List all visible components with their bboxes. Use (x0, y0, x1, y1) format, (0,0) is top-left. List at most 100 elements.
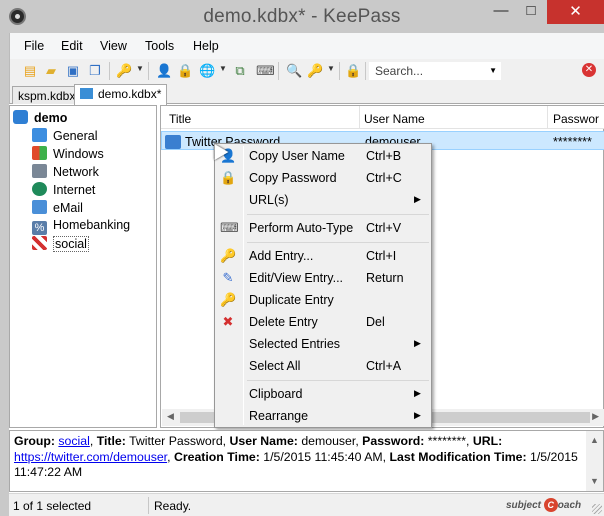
scroll-left-icon[interactable]: ◀ (167, 411, 174, 422)
details-title-label: Title: (96, 434, 126, 448)
menu-item-selected-entries[interactable]: Selected Entries ▶ (215, 333, 431, 355)
chevron-down-icon[interactable]: ▼ (489, 66, 497, 75)
tree-item-network[interactable]: Network (32, 164, 99, 181)
menu-item-label: Copy User Name (249, 149, 345, 163)
details-title-value: Twitter Password, (129, 434, 227, 448)
auto-type-icon[interactable]: ⌨ (256, 63, 275, 79)
menu-item-shortcut: Ctrl+B (366, 149, 402, 163)
windows-icon (32, 146, 47, 160)
column-header-title[interactable]: Title (169, 112, 191, 126)
menu-item-clipboard[interactable]: Clipboard ▶ (215, 383, 431, 405)
column-divider[interactable] (359, 106, 360, 129)
chevron-down-icon[interactable]: ▼ (136, 64, 144, 73)
menu-item-edit-entry[interactable]: ✎ Edit/View Entry... Return (215, 267, 431, 289)
menu-item-shortcut: Ctrl+C (366, 171, 402, 185)
status-bar: 1 of 1 selected Ready. subject Coach (9, 493, 604, 516)
submenu-arrow-icon: ▶ (414, 338, 421, 348)
quick-search[interactable]: ▼ (368, 61, 502, 81)
column-header-password[interactable]: Passwor (553, 112, 599, 126)
menu-item-label: Add Entry... (249, 249, 314, 263)
list-header: Title User Name Passwor (161, 106, 604, 129)
minimize-button[interactable]: — (486, 0, 516, 24)
key-icon: 🔒 (220, 170, 237, 185)
clear-search-icon[interactable]: ✕ (582, 63, 596, 77)
submenu-arrow-icon: ▶ (414, 410, 421, 420)
close-button[interactable]: ✕ (547, 0, 604, 24)
tree-item-label: eMail (53, 201, 83, 215)
tree-item-general[interactable]: General (32, 128, 97, 145)
watermark-c: C (543, 498, 558, 512)
entry-icon (165, 135, 181, 149)
find-icon[interactable]: 🔍 (286, 63, 302, 79)
menu-tools[interactable]: Tools (145, 39, 174, 53)
tree-item-internet[interactable]: Internet (32, 182, 95, 199)
search-input[interactable] (369, 62, 479, 80)
menu-item-label: Selected Entries (249, 337, 341, 351)
title-bar[interactable]: demo.kdbx* - KeePass — □ ✕ (0, 0, 604, 33)
tree-item-homebanking[interactable]: % Homebanking (32, 218, 130, 235)
tree-item-email[interactable]: eMail (32, 200, 83, 217)
details-group-link[interactable]: social (58, 434, 89, 448)
menu-separator (247, 380, 429, 381)
resize-grip-icon[interactable] (592, 504, 602, 514)
menu-item-copy-password[interactable]: 🔒 Copy Password Ctrl+C (215, 167, 431, 189)
maximize-button[interactable]: □ (516, 0, 546, 24)
tree-item-label: demo (34, 111, 68, 125)
globe-icon (32, 182, 47, 196)
menu-item-shortcut: Ctrl+I (366, 249, 397, 263)
toolbar: ▤ ▰ ▣ ❐ 🔑 ▼ 👤 🔒 🌐 ▼ ⧉ ⌨ 🔍 🔑 ▼ 🔒 ▼ (9, 59, 604, 84)
new-database-icon[interactable]: ▤ (22, 63, 38, 79)
menu-item-add-entry[interactable]: 🔑 Add Entry... Ctrl+I (215, 245, 431, 267)
scroll-right-icon[interactable]: ▶ (592, 411, 599, 422)
lock-workspace-icon[interactable]: 🔒 (345, 63, 361, 79)
tab-kspm[interactable]: kspm.kdbx (12, 86, 82, 104)
database-icon (13, 110, 28, 124)
menu-item-shortcut: Return (366, 271, 404, 285)
copy-username-icon[interactable]: 👤 (156, 63, 172, 79)
scroll-up-icon[interactable]: ▲ (590, 433, 599, 449)
toolbar-separator (109, 62, 110, 80)
details-modification-label: Last Modification Time: (389, 449, 527, 464)
menu-item-delete-entry[interactable]: ✖ Delete Entry Del (215, 311, 431, 333)
menu-item-shortcut: Ctrl+A (366, 359, 402, 373)
menu-item-select-all[interactable]: Select All Ctrl+A (215, 355, 431, 377)
details-creation-label: Creation Time: (173, 449, 260, 464)
menu-item-duplicate-entry[interactable]: 🔑 Duplicate Entry (215, 289, 431, 311)
chevron-down-icon[interactable]: ▼ (327, 64, 335, 73)
open-folder-icon[interactable]: ▰ (43, 63, 59, 79)
tree-item-windows[interactable]: Windows (32, 146, 104, 163)
context-menu: 👤 Copy User Name Ctrl+B 🔒 Copy Password … (214, 143, 432, 428)
column-header-username[interactable]: User Name (364, 112, 425, 126)
menu-item-copy-username[interactable]: 👤 Copy User Name Ctrl+B (215, 145, 431, 167)
menu-item-auto-type[interactable]: ⌨ Perform Auto-Type Ctrl+V (215, 217, 431, 239)
copy-password-icon[interactable]: 🔒 (177, 63, 193, 79)
scroll-down-icon[interactable]: ▼ (590, 474, 599, 490)
tree-item-social[interactable]: social (32, 236, 89, 253)
tree-item-label: Internet (53, 183, 96, 197)
status-divider (148, 497, 149, 514)
chevron-down-icon[interactable]: ▼ (219, 64, 227, 73)
vertical-scrollbar[interactable]: ▲ ▼ (586, 431, 603, 491)
save-icon[interactable]: ▣ (65, 63, 81, 79)
save-all-icon[interactable]: ❐ (87, 63, 103, 79)
tree-item-demo[interactable]: demo (13, 110, 67, 127)
details-modification-time: 11:47:22 AM (14, 465, 83, 479)
menu-item-urls[interactable]: URL(s) ▶ (215, 189, 431, 211)
details-url-link[interactable]: https://twitter.com/demouser (14, 450, 167, 464)
copy-url-icon[interactable]: ⧉ (232, 63, 248, 79)
menu-item-rearrange[interactable]: Rearrange ▶ (215, 405, 431, 427)
details-username-value: demouser, (301, 434, 359, 448)
group-tree: demo General Windows Network Internet eM… (9, 105, 157, 428)
menu-help[interactable]: Help (193, 39, 219, 53)
menu-bar: File Edit View Tools Help (9, 33, 604, 59)
menu-view[interactable]: View (100, 39, 127, 53)
column-divider[interactable] (547, 106, 548, 129)
add-key-icon: 🔑 (220, 248, 237, 263)
menu-edit[interactable]: Edit (61, 39, 83, 53)
show-entries-icon[interactable]: 🔑 (307, 63, 323, 79)
menu-file[interactable]: File (24, 39, 44, 53)
tab-demo[interactable]: demo.kdbx* (74, 84, 168, 105)
open-url-icon[interactable]: 🌐 (199, 63, 215, 79)
tree-item-label: Homebanking (53, 218, 131, 232)
add-entry-icon[interactable]: 🔑 (116, 63, 132, 79)
